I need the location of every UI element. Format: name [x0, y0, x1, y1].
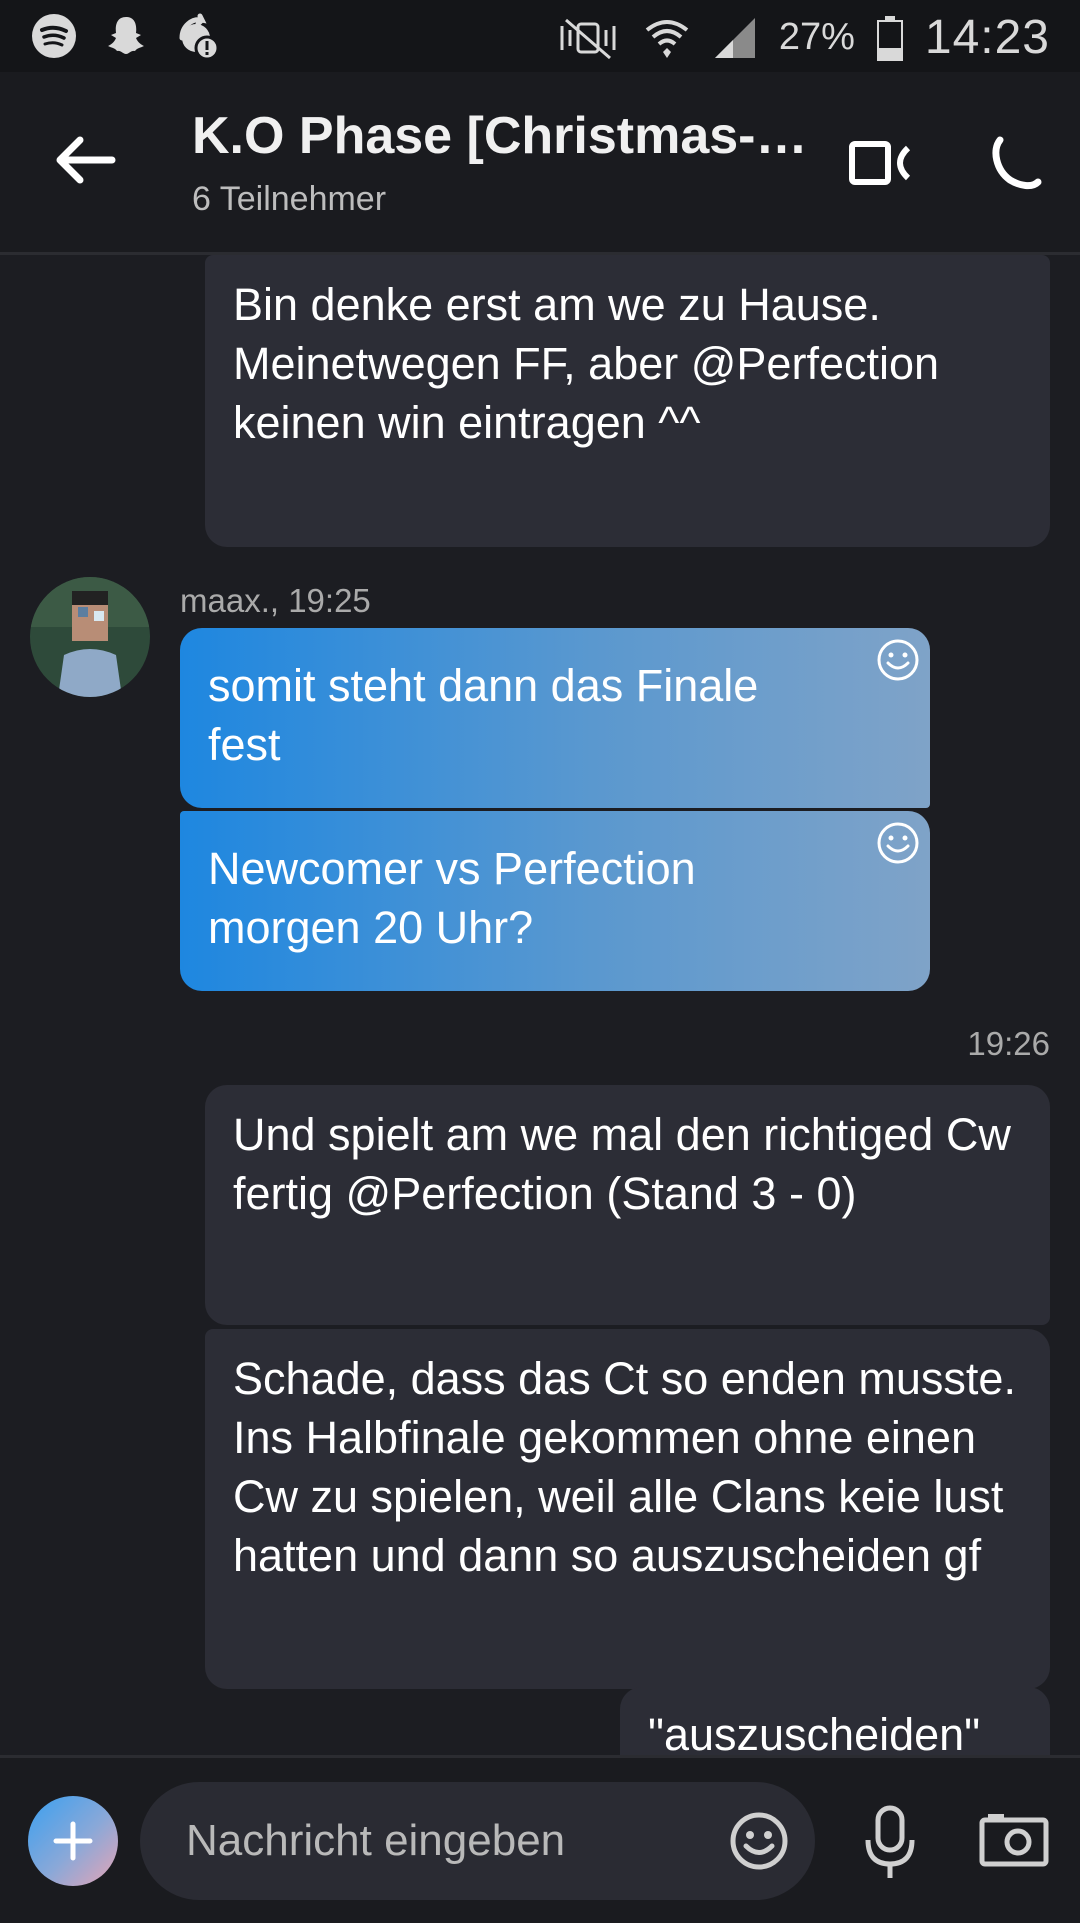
camera-icon[interactable] [978, 1810, 1050, 1870]
status-left-icons [30, 12, 222, 60]
message-input[interactable] [184, 1810, 708, 1872]
wifi-icon [645, 19, 689, 58]
avatar[interactable] [30, 577, 150, 697]
message-list[interactable]: Bin denke erst am we zu Hause. Meinetweg… [0, 255, 1080, 1755]
message-text: somit steht dann das Finale fest [208, 660, 759, 770]
status-bar: 27% 14:23 [0, 0, 1080, 72]
add-reaction-icon[interactable] [876, 821, 920, 865]
message-text: Schade, dass das Ct so enden musste. Ins… [233, 1353, 1016, 1581]
add-reaction-icon[interactable] [876, 638, 920, 682]
participant-count[interactable]: 6 Teilnehmer [192, 180, 386, 219]
message-bubble-outgoing[interactable]: Bin denke erst am we zu Hause. Meinetweg… [205, 255, 1050, 547]
chat-title[interactable]: K.O Phase [Christmas-… [192, 106, 808, 166]
message-text: "auszuscheiden" [648, 1709, 981, 1755]
spotify-icon [32, 14, 76, 58]
video-call-icon[interactable] [848, 138, 912, 188]
emoji-icon[interactable] [729, 1811, 789, 1871]
snapchat-icon [108, 17, 144, 54]
message-input-container[interactable] [140, 1782, 815, 1900]
avatar-image [30, 577, 150, 697]
add-attachment-button[interactable] [28, 1796, 118, 1886]
battery-percentage: 27% [778, 16, 855, 58]
message-bubble-outgoing[interactable]: Und spielt am we mal den richtiged Cw fe… [205, 1085, 1050, 1325]
phone-icon[interactable] [986, 134, 1042, 190]
nfc-mute-icon [560, 18, 616, 59]
message-bubble-incoming[interactable]: Newcomer vs Perfection morgen 20 Uhr? [180, 811, 930, 991]
message-text: Und spielt am we mal den richtiged Cw fe… [233, 1109, 1011, 1219]
clock: 14:23 [924, 11, 1050, 64]
message-text: Newcomer vs Perfection morgen 20 Uhr? [208, 843, 696, 953]
signal-icon [714, 17, 755, 58]
back-arrow-icon[interactable] [50, 130, 120, 190]
status-right-icons: 27% 14:23 [553, 10, 1050, 65]
message-text: Bin denke erst am we zu Hause. Meinetweg… [233, 279, 940, 448]
message-bubble-outgoing[interactable]: Schade, dass das Ct so enden musste. Ins… [205, 1329, 1050, 1689]
composer-bar [0, 1755, 1080, 1923]
plus-icon [53, 1821, 93, 1861]
message-bubble-incoming[interactable]: somit steht dann das Finale fest [180, 628, 930, 808]
chat-header: K.O Phase [Christmas-… 6 Teilnehmer [0, 72, 1080, 255]
message-timestamp: 19:26 [967, 1025, 1050, 1062]
sync-warning-icon [179, 13, 220, 60]
message-bubble-outgoing[interactable]: "auszuscheiden" [620, 1687, 1050, 1755]
sender-name-time: maax., 19:25 [180, 582, 371, 619]
microphone-icon[interactable] [862, 1804, 918, 1882]
battery-icon [876, 15, 903, 61]
